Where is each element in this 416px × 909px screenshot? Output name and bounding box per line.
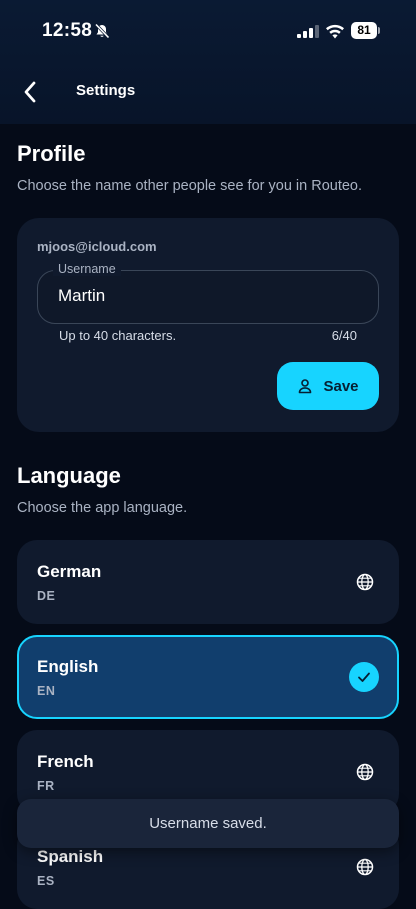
globe-icon <box>356 858 374 876</box>
status-time: 12:58 <box>42 20 93 41</box>
language-code: ES <box>37 874 55 888</box>
user-icon <box>299 379 312 394</box>
battery-icon: 81 <box>351 22 381 39</box>
back-chevron-icon[interactable] <box>20 79 42 105</box>
wifi-icon <box>326 24 344 39</box>
language-section-title: Language <box>17 463 121 488</box>
username-char-counter: 6/40 <box>331 328 357 343</box>
username-label: Username <box>53 262 121 276</box>
language-section-subtitle: Choose the app language. <box>17 500 188 516</box>
cellular-signal-icon <box>297 25 319 38</box>
battery-level: 81 <box>351 22 377 39</box>
save-button-label: Save <box>323 377 359 395</box>
profile-section-subtitle: Choose the name other people see for you… <box>17 178 363 194</box>
account-email: mjoos@icloud.com <box>37 239 157 254</box>
save-button[interactable]: Save <box>277 362 379 410</box>
toast-message: Username saved. <box>149 815 267 832</box>
username-input[interactable] <box>58 285 358 307</box>
language-name: English <box>37 657 99 676</box>
language-code: FR <box>37 779 55 793</box>
silent-bell-icon <box>94 23 110 39</box>
language-name: Spanish <box>37 847 104 866</box>
language-name: French <box>37 752 94 771</box>
username-field[interactable]: Username <box>37 262 379 324</box>
username-helper-text: Up to 40 characters. <box>59 328 177 343</box>
profile-section-title: Profile <box>17 141 86 166</box>
globe-icon <box>356 763 374 781</box>
language-option-german[interactable]: German DE <box>17 540 399 624</box>
language-name: German <box>37 562 102 581</box>
selected-check-icon <box>349 662 379 692</box>
language-code: EN <box>37 684 56 698</box>
top-bar: 12:58 81 Settings <box>0 0 416 124</box>
globe-icon <box>356 573 374 591</box>
toast-notification: Username saved. <box>17 799 399 848</box>
language-code: DE <box>37 589 56 603</box>
language-option-english[interactable]: English EN <box>17 635 399 719</box>
page-title: Settings <box>76 82 136 99</box>
